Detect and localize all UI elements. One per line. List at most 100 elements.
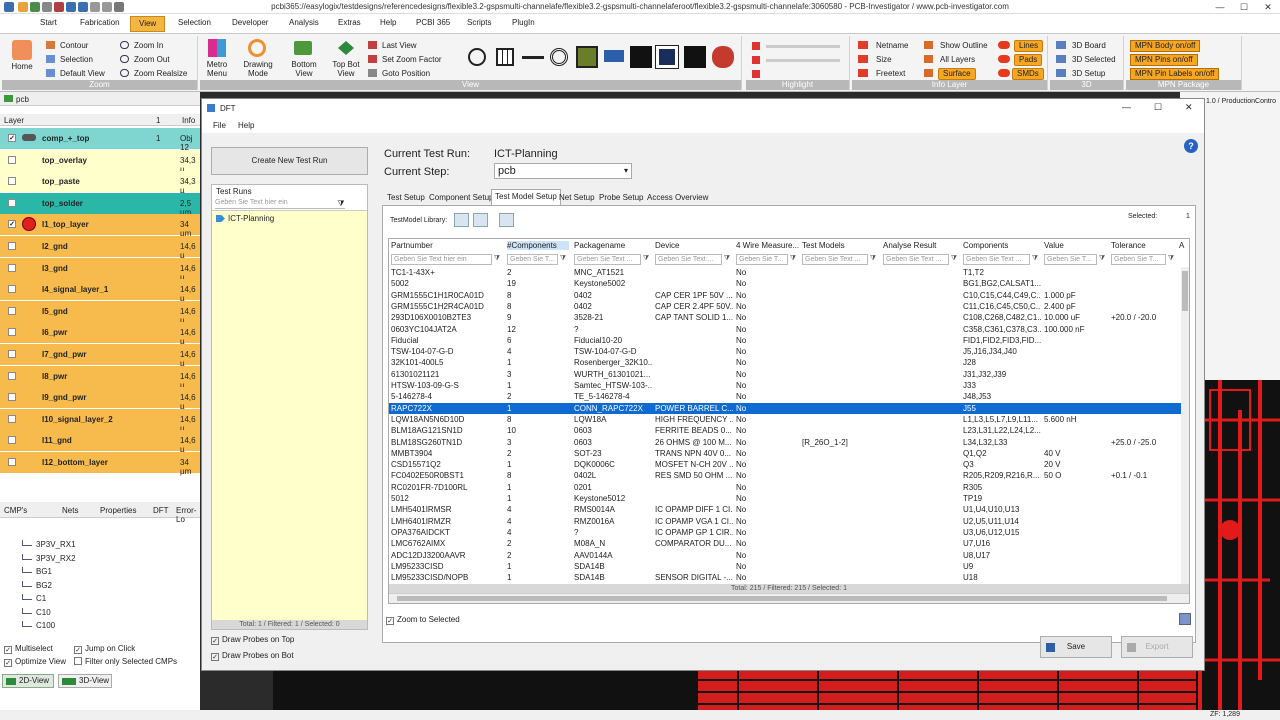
view-3d-button[interactable]: 3D-View — [58, 674, 112, 688]
filter-selected-option[interactable]: Filter only Selected CMPs — [74, 657, 177, 666]
layer-row[interactable]: top_paste 34,3 µ — [0, 171, 200, 195]
table-row[interactable]: LMH5401IRMSR 4 RMS0014A IC OPAMP DIFF 1 CI.… — [389, 504, 1189, 515]
home-button[interactable]: Home — [2, 62, 42, 71]
tab-extras[interactable]: Extras — [338, 18, 361, 27]
layer-visibility-checkbox[interactable] — [8, 436, 16, 445]
freetext-button[interactable]: Freetext — [876, 69, 905, 78]
drill-icon[interactable] — [604, 50, 624, 62]
dft-menu-file[interactable]: File — [213, 121, 226, 130]
table-row[interactable]: OPA376AIDCKT 4? IC OPAMP GP 1 CIR... No U3,U… — [389, 527, 1189, 538]
netname-button[interactable]: Netname — [876, 41, 908, 50]
table-row[interactable]: 5-146278-4 2 TE_5-146278-4 No J48,J53 — [389, 391, 1189, 402]
layer-visibility-checkbox[interactable] — [8, 177, 16, 186]
highlight-pen-icon[interactable] — [752, 70, 760, 78]
column-header[interactable]: Components — [963, 241, 1041, 250]
table-row[interactable]: HTSW-103-09-G-S 1 Samtec_HTSW-103-... No J33 — [389, 380, 1189, 391]
tab-error-log[interactable]: Error-Lo — [176, 506, 200, 524]
tab-nets[interactable]: Nets — [62, 506, 78, 515]
column-filter-input[interactable]: Geben Sie Text ... — [655, 254, 722, 265]
info-col-header[interactable]: Info — [182, 116, 195, 125]
dft-minimize-button[interactable]: — — [1122, 102, 1131, 112]
jump-on-click-checkbox[interactable]: ✓ — [74, 646, 82, 654]
column-filter-input[interactable]: Geben Sie T... — [1044, 254, 1097, 265]
line-icon[interactable] — [522, 56, 544, 59]
table-row[interactable]: RAPC722X 1 CONN_RAPC722X POWER BARREL C... N… — [389, 402, 1189, 414]
layer-col-header[interactable]: Layer — [4, 116, 24, 125]
table-row[interactable]: LQW18AN5N6D10D 8 LQW18A HIGH FREQUENCY ... N… — [389, 414, 1189, 425]
column-header[interactable]: A — [1179, 241, 1189, 250]
filter-icon[interactable]: ⧩ — [1167, 255, 1175, 264]
zoom-realsize-button[interactable]: Zoom Realsize — [134, 69, 187, 78]
contour-button[interactable]: Contour — [60, 41, 88, 50]
crosshair-icon[interactable] — [468, 48, 486, 66]
component-grid-icon[interactable] — [576, 46, 598, 68]
table-row[interactable]: Fiducial 6 Fiducial10-20 No FID1,FID2,FID3,F… — [389, 335, 1189, 346]
tab-selection[interactable]: Selection — [178, 18, 211, 27]
view-2d-button[interactable]: 2D-View — [2, 674, 54, 688]
layer-row[interactable]: l3_gnd 14,6 µ — [0, 257, 200, 282]
pad-icon[interactable] — [550, 48, 568, 66]
layer-row[interactable]: l12_bottom_layer 34 µm — [0, 452, 200, 476]
table-row[interactable]: RC0201FR-7D100RL 1 0201 No R305 — [389, 482, 1189, 493]
filter-icon[interactable]: ⧩ — [950, 255, 958, 264]
layer-visibility-checkbox[interactable] — [8, 155, 16, 164]
table-row[interactable]: ADC12DJ3200AAVR 2 AAV0144A No U8,U17 — [389, 550, 1189, 561]
goto-position-button[interactable]: Goto Position — [382, 69, 430, 78]
num-col-header[interactable]: 1 — [156, 116, 160, 125]
column-filter-input[interactable]: Geben Sie Text hier ein — [391, 254, 492, 265]
maximize-button[interactable]: ☐ — [1232, 0, 1256, 14]
layer-row[interactable]: l11_gnd 14,6 µ — [0, 430, 200, 454]
tab-probe-setup[interactable]: Probe Setup — [596, 191, 646, 205]
component-list-item[interactable]: C1 — [36, 594, 46, 603]
layer-row[interactable]: l10_signal_layer_2 14,6 µ — [0, 408, 200, 433]
layer-row[interactable]: l9_gnd_pwr 14,6 µ — [0, 387, 200, 411]
column-filter-input[interactable]: Geben Sie Text ... — [963, 254, 1030, 265]
outline-icon[interactable] — [655, 45, 679, 69]
column-filter-input[interactable]: Geben Sie T... — [507, 254, 558, 265]
column-filter-input[interactable]: Geben Sie T... — [1111, 254, 1166, 265]
column-header[interactable]: Partnumber — [391, 241, 503, 250]
last-view-button[interactable]: Last View — [382, 41, 417, 50]
3d-setup-button[interactable]: 3D Setup — [1072, 69, 1105, 78]
size-button[interactable]: Size — [876, 55, 892, 64]
column-header[interactable]: Packagename — [574, 241, 652, 250]
current-step-select[interactable]: pcb ▾ — [494, 163, 632, 179]
zoom-out-button[interactable]: Zoom Out — [134, 55, 170, 64]
layer-visibility-checkbox[interactable] — [8, 242, 16, 250]
table-row[interactable]: 5002 19 Keystone5002 No BG1,BG2,CALSAT1... — [389, 278, 1189, 289]
column-filter-input[interactable]: Geben Sie Text ... — [802, 254, 868, 265]
mpn-pin-labels-button[interactable]: MPN Pin Labels on/off — [1130, 68, 1220, 80]
pads-button[interactable]: Pads — [1014, 54, 1043, 66]
draw-probes-top-checkbox[interactable]: ✓ — [211, 637, 219, 645]
layer-visibility-checkbox[interactable] — [8, 458, 16, 466]
layer-visibility-checkbox[interactable] — [8, 350, 16, 358]
text-1a-icon[interactable] — [630, 46, 652, 68]
component-list-item[interactable]: BG1 — [36, 567, 52, 576]
filter-selected-checkbox[interactable] — [74, 657, 82, 665]
help-icon[interactable]: ? — [1184, 139, 1198, 153]
dft-close-button[interactable]: ✕ — [1185, 102, 1193, 113]
table-row[interactable]: TSW-104-07-G-D 4 TSW-104-07-G-D No J5,J16,J3… — [389, 346, 1189, 357]
filter-icon[interactable]: ⧩ — [723, 255, 731, 264]
layer-row[interactable]: top_overlay 34,3 µ — [0, 149, 200, 174]
drawing-mode-button[interactable]: Drawing Mode — [238, 60, 278, 78]
table-row[interactable]: LMH6401IRMZR 4 RMZ0016A IC OPAMP VGA 1 CI..… — [389, 516, 1189, 527]
tab-component-setup[interactable]: Component Setup — [426, 191, 497, 205]
table-row[interactable]: CSD15571Q2 1 DQK0006C MOSFET N-CH 20V ... No… — [389, 459, 1189, 470]
highlight-color-icon[interactable] — [752, 42, 760, 50]
test-runs-filter-icon[interactable]: ⧩ — [336, 199, 346, 209]
filter-icon[interactable]: ⧩ — [1031, 255, 1039, 264]
metro-menu-button[interactable]: Metro Menu — [200, 60, 234, 78]
bottom-view-button[interactable]: Bottom View — [284, 60, 324, 78]
table-row[interactable]: GRM1555C1H1R0CA01D 8 0402 CAP CER 1PF 50V .… — [389, 290, 1189, 301]
component-list-item[interactable]: C10 — [36, 608, 51, 617]
filter-icon[interactable]: ⧩ — [789, 255, 797, 264]
test-run-item[interactable]: ICT-Planning — [214, 213, 364, 224]
tab-fabrication[interactable]: Fabrication — [80, 18, 120, 27]
highlight-slider[interactable] — [766, 45, 840, 48]
filter-icon[interactable]: ⧩ — [1098, 255, 1106, 264]
component-list-item[interactable]: C100 — [36, 621, 55, 630]
tab-net-setup[interactable]: Net Setup — [556, 191, 598, 205]
layer-visibility-checkbox[interactable] — [8, 414, 16, 423]
layer-row[interactable]: l4_signal_layer_1 14,6 µ — [0, 279, 200, 303]
